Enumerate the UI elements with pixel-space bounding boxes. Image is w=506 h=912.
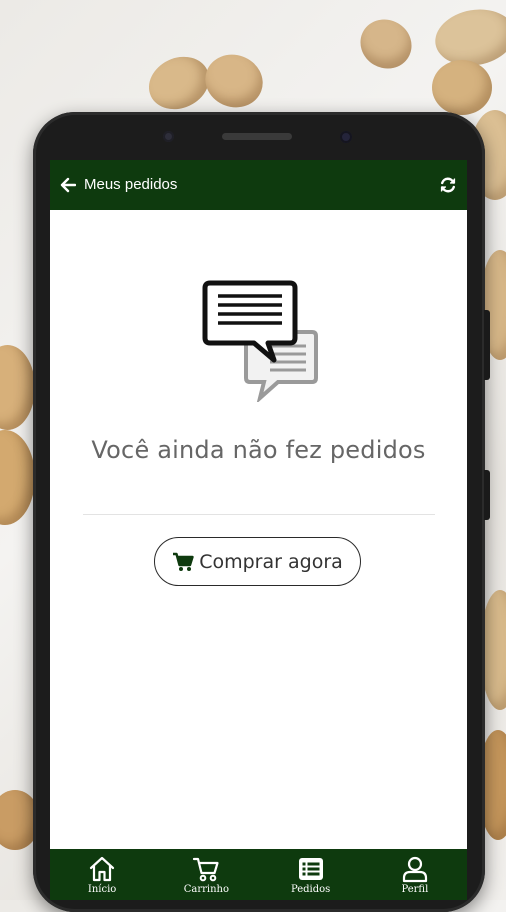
bottom-navigation: Início Carrinho Pedidos Perfil [50, 849, 467, 900]
user-icon [402, 856, 427, 883]
app-screen: Meus pedidos Você ainda não fez pedidos [50, 160, 467, 900]
buy-now-button[interactable]: Comprar agora [154, 537, 361, 586]
refresh-icon[interactable] [439, 176, 457, 194]
phone-speaker [222, 133, 292, 140]
nav-label-perfil: Perfil [401, 884, 429, 895]
phone-side-button [484, 470, 490, 520]
divider [83, 514, 435, 515]
arrow-left-icon[interactable] [60, 177, 76, 193]
cart-icon [193, 857, 219, 882]
page-title: Meus pedidos [84, 176, 178, 193]
nav-item-inicio[interactable]: Início [50, 849, 154, 900]
nav-label-inicio: Início [87, 884, 117, 895]
phone-sensor [163, 131, 174, 142]
shopping-cart-icon [173, 552, 194, 571]
nav-label-carrinho: Carrinho [183, 884, 230, 895]
chat-bubbles-icon [202, 280, 318, 402]
phone-side-button [484, 310, 490, 380]
nav-item-perfil[interactable]: Perfil [363, 849, 467, 900]
buy-now-label: Comprar agora [199, 550, 343, 573]
nav-item-carrinho[interactable]: Carrinho [154, 849, 258, 900]
nav-label-pedidos: Pedidos [290, 884, 331, 895]
empty-state-message: Você ainda não fez pedidos [91, 436, 426, 464]
phone-camera [340, 131, 352, 143]
nav-item-pedidos[interactable]: Pedidos [259, 849, 363, 900]
app-header: Meus pedidos [50, 160, 467, 210]
home-icon [90, 856, 115, 882]
list-icon [298, 858, 323, 880]
